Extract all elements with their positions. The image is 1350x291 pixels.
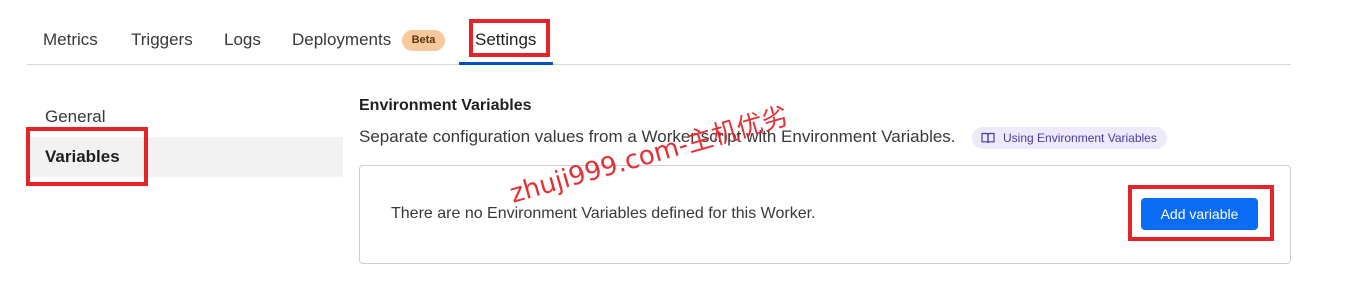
section-title: Environment Variables	[359, 97, 532, 114]
empty-state-message: There are no Environment Variables defin…	[391, 205, 816, 222]
docs-link-label: Using Environment Variables	[1003, 131, 1157, 145]
highlight-box-add-variable	[1128, 185, 1274, 241]
active-tab-indicator	[459, 62, 553, 65]
subnav-item-general[interactable]: General	[45, 107, 105, 127]
tab-triggers[interactable]: Triggers	[131, 30, 193, 50]
highlight-box-settings	[469, 19, 550, 57]
book-icon	[981, 132, 995, 144]
tab-metrics[interactable]: Metrics	[43, 30, 98, 50]
docs-link[interactable]: Using Environment Variables	[972, 127, 1167, 149]
beta-badge: Beta	[402, 30, 445, 51]
highlight-box-variables	[26, 127, 148, 186]
tab-logs[interactable]: Logs	[224, 30, 261, 50]
tab-bar: Metrics Triggers Logs Deployments Beta S…	[27, 0, 1291, 65]
tab-deployments[interactable]: Deployments	[292, 30, 391, 50]
worker-settings-page: Metrics Triggers Logs Deployments Beta S…	[0, 0, 1350, 291]
